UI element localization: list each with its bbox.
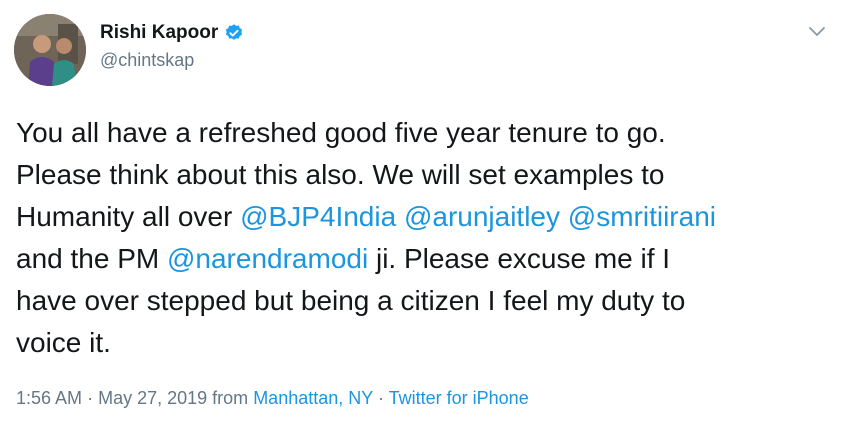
source-link[interactable]: Twitter for iPhone [389, 388, 529, 408]
separator: · [87, 388, 94, 408]
mention-link[interactable]: @BJP4India [240, 201, 396, 232]
from-label: from [212, 388, 249, 408]
separator: · [377, 388, 384, 408]
author-display-name[interactable]: Rishi Kapoor [100, 22, 218, 44]
tweet-line: Humanity all over [16, 201, 241, 232]
tweet-line: Please think about this also. We will se… [16, 159, 665, 190]
author-name-row: Rishi Kapoor [100, 22, 244, 44]
tweet-card: Rishi Kapoor @chintskap You all have a r… [0, 0, 850, 422]
mention-link[interactable]: @smritiirani [568, 201, 716, 232]
avatar-image [14, 14, 86, 86]
location-link[interactable]: Manhattan, NY [253, 388, 373, 408]
tweet-text: You all have a refreshed good five year … [16, 112, 836, 364]
tweet-line: have over stepped but being a citizen I … [16, 285, 686, 316]
tweet-metadata: 1:56 AM · May 27, 2019 from Manhattan, N… [16, 388, 529, 409]
tweet-line: ji. Please excuse me if I [368, 243, 671, 274]
tweet-line: You all have a refreshed good five year … [16, 117, 666, 148]
tweet-time[interactable]: 1:56 AM [16, 388, 82, 408]
tweet-line: and the PM [16, 243, 167, 274]
mention-link[interactable]: @arunjaitley [404, 201, 560, 232]
author-handle[interactable]: @chintskap [100, 50, 194, 71]
verified-badge-icon [224, 23, 244, 43]
avatar[interactable] [14, 14, 86, 86]
chevron-down-icon[interactable] [808, 26, 826, 38]
mention-link[interactable]: @narendramodi [167, 243, 368, 274]
tweet-line: voice it. [16, 327, 111, 358]
tweet-date[interactable]: May 27, 2019 [98, 388, 207, 408]
